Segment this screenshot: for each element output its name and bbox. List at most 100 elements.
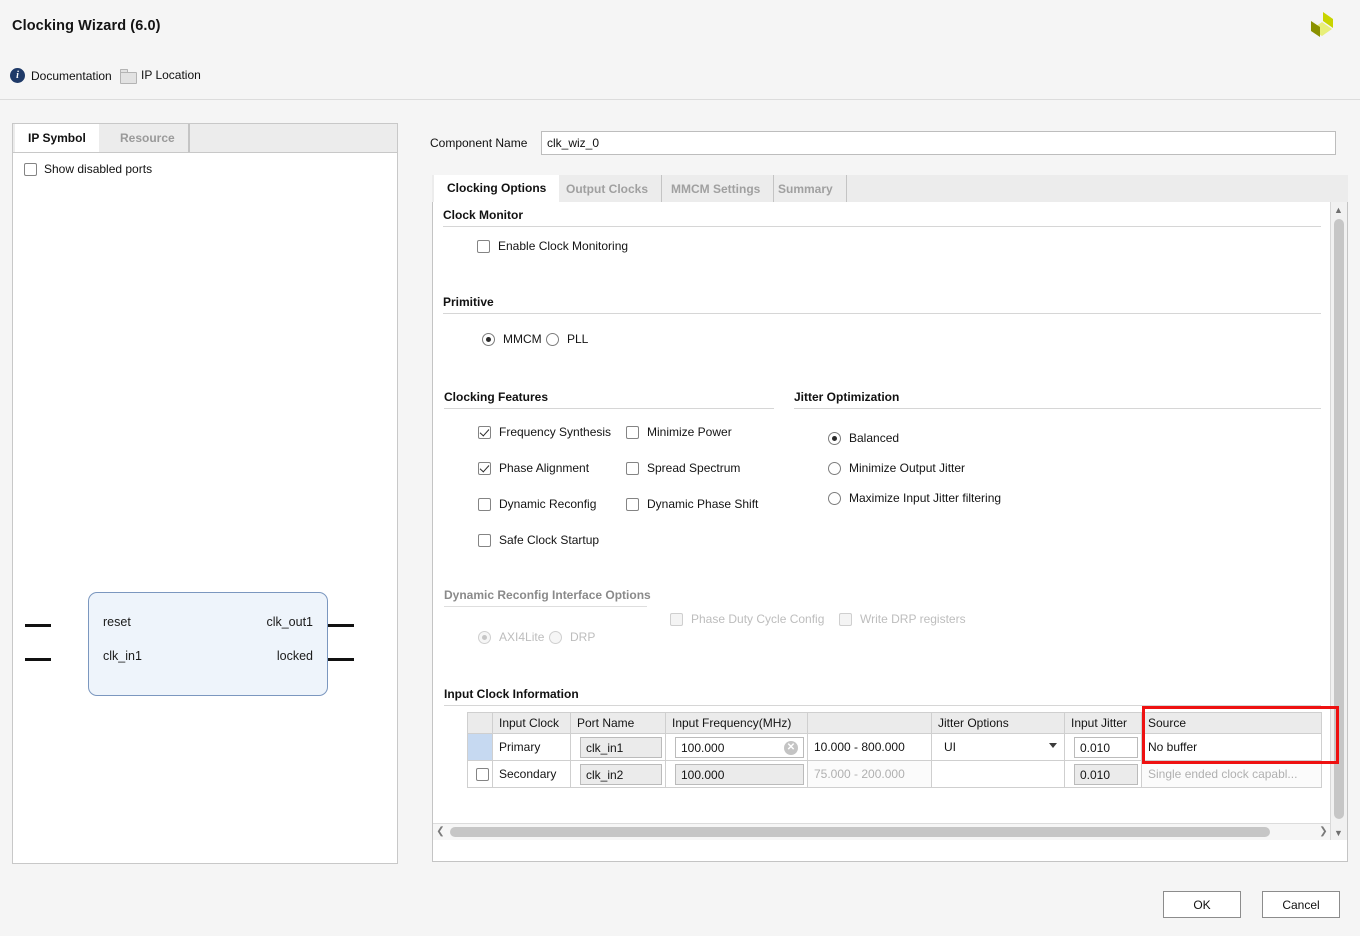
clocking-options-content: Clock Monitor Enable Clock Monitoring Pr… xyxy=(433,202,1331,840)
row-primary-select-cell[interactable] xyxy=(468,734,493,761)
feature-spread-spectrum-row[interactable]: Spread Spectrum xyxy=(626,461,740,475)
row-secondary-input-clock: Secondary xyxy=(493,761,571,788)
tab-resource[interactable]: Resource xyxy=(107,124,189,152)
show-disabled-ports-checkbox[interactable] xyxy=(24,163,37,176)
tab-output-clocks[interactable]: Output Clocks xyxy=(553,175,662,202)
feature-frequency-synthesis-row[interactable]: Frequency Synthesis xyxy=(478,425,611,439)
vertical-scrollbar[interactable]: ▲ ▼ xyxy=(1330,202,1347,840)
dynamic-reconfig-title: Dynamic Reconfig Interface Options xyxy=(444,588,651,602)
horizontal-scrollbar[interactable]: ❮ ❯ xyxy=(433,823,1331,840)
port-label-clk-in1: clk_in1 xyxy=(103,649,142,663)
ip-symbol-panel: IP Symbol Resource Show disabled ports r… xyxy=(12,123,398,864)
row-secondary-port-name-cell: clk_in2 xyxy=(571,761,666,788)
primitive-mmcm-label: MMCM xyxy=(503,332,542,346)
ip-location-link[interactable]: IP Location xyxy=(120,68,201,82)
col-input-frequency: Input Frequency(MHz) xyxy=(666,713,808,734)
pin-reset xyxy=(25,624,51,627)
chevron-down-icon[interactable] xyxy=(1049,743,1057,748)
feature-minimize-power-row[interactable]: Minimize Power xyxy=(626,425,732,439)
show-disabled-ports-label: Show disabled ports xyxy=(44,162,152,176)
pin-locked xyxy=(328,658,354,661)
row-primary-source[interactable]: No buffer xyxy=(1142,734,1322,761)
chevron-right-icon[interactable]: ❯ xyxy=(1316,824,1331,839)
phase-duty-cycle-config-checkbox xyxy=(670,613,683,626)
primitive-pll-row[interactable]: PLL xyxy=(546,332,588,346)
input-clock-information-rule xyxy=(444,705,1321,706)
col-input-clock: Input Clock xyxy=(493,713,571,734)
primitive-mmcm-row[interactable]: MMCM xyxy=(482,332,542,346)
primitive-pll-radio[interactable] xyxy=(546,333,559,346)
row-primary-input-frequency[interactable]: 100.000✕ xyxy=(675,737,804,758)
horizontal-scrollbar-thumb[interactable] xyxy=(450,827,1270,837)
feature-dynamic-phase-shift-label: Dynamic Phase Shift xyxy=(647,497,758,511)
primitive-title: Primitive xyxy=(443,295,494,309)
vertical-scrollbar-thumb[interactable] xyxy=(1334,219,1344,819)
jitter-minimize-output-row[interactable]: Minimize Output Jitter xyxy=(828,461,965,475)
ok-button[interactable]: OK xyxy=(1163,891,1241,918)
dialog-footer: OK Cancel xyxy=(0,880,1360,936)
chevron-down-icon[interactable]: ▼ xyxy=(1331,825,1346,840)
jitter-maximize-input-row[interactable]: Maximize Input Jitter filtering xyxy=(828,491,1001,505)
feature-dynamic-phase-shift-checkbox[interactable] xyxy=(626,498,639,511)
tabstrip-end xyxy=(845,175,847,202)
dynamic-reconfig-drp-row: DRP xyxy=(549,630,595,644)
documentation-link[interactable]: i Documentation xyxy=(10,68,112,83)
jitter-maximize-input-radio[interactable] xyxy=(828,492,841,505)
left-panel-tabstrip: IP Symbol Resource xyxy=(13,124,397,153)
feature-dynamic-reconfig-checkbox[interactable] xyxy=(478,498,491,511)
row-secondary-select-cell[interactable] xyxy=(468,761,493,788)
folder-icon xyxy=(120,69,135,82)
jitter-balanced-radio[interactable] xyxy=(828,432,841,445)
cancel-button[interactable]: Cancel xyxy=(1262,891,1340,918)
feature-phase-alignment-checkbox[interactable] xyxy=(478,462,491,475)
component-name-input[interactable]: clk_wiz_0 xyxy=(541,131,1336,155)
chevron-left-icon[interactable]: ❮ xyxy=(433,824,448,839)
ip-symbol-body: reset clk_in1 clk_out1 locked xyxy=(88,592,328,696)
primitive-rule xyxy=(443,313,1321,314)
clocking-wizard-dialog: Clocking Wizard (6.0) i Documentation IP… xyxy=(0,0,1360,936)
enable-clock-monitoring-checkbox[interactable] xyxy=(477,240,490,253)
row-primary-jitter-options[interactable]: UI xyxy=(938,735,1064,760)
info-icon: i xyxy=(10,68,25,83)
primitive-mmcm-radio[interactable] xyxy=(482,333,495,346)
table-row: Primary clk_in1 100.000✕ 10.000 - 800.00… xyxy=(468,734,1322,761)
feature-phase-alignment-row[interactable]: Phase Alignment xyxy=(478,461,589,475)
row-secondary-frequency-range: 75.000 - 200.000 xyxy=(808,761,932,788)
feature-dynamic-phase-shift-row[interactable]: Dynamic Phase Shift xyxy=(626,497,758,511)
enable-clock-monitoring-row[interactable]: Enable Clock Monitoring xyxy=(477,239,628,253)
tab-mmcm-settings[interactable]: MMCM Settings xyxy=(658,175,774,202)
row-primary-frequency-cell[interactable]: 100.000✕ xyxy=(666,734,808,761)
tab-summary[interactable]: Summary xyxy=(765,175,847,202)
row-primary-input-jitter[interactable]: 0.010 xyxy=(1074,737,1138,758)
table-row: Secondary clk_in2 100.000 75.000 - 200.0… xyxy=(468,761,1322,788)
show-disabled-ports-row[interactable]: Show disabled ports xyxy=(24,162,152,176)
feature-minimize-power-checkbox[interactable] xyxy=(626,426,639,439)
feature-frequency-synthesis-checkbox[interactable] xyxy=(478,426,491,439)
row-primary-port-name: clk_in1 xyxy=(580,737,662,758)
clear-circle-icon[interactable]: ✕ xyxy=(784,741,798,755)
row-secondary-checkbox[interactable] xyxy=(476,768,489,781)
toolbar: i Documentation IP Location xyxy=(0,56,1360,100)
input-clock-information-title: Input Clock Information xyxy=(444,687,579,701)
feature-minimize-power-label: Minimize Power xyxy=(647,425,732,439)
tab-clocking-options[interactable]: Clocking Options xyxy=(434,175,559,202)
row-secondary-jitter-options xyxy=(932,761,1065,788)
row-primary-input-jitter-cell[interactable]: 0.010 xyxy=(1065,734,1142,761)
row-primary-jitter-options-cell[interactable]: UI xyxy=(932,734,1065,761)
phase-duty-cycle-config-label: Phase Duty Cycle Config xyxy=(691,612,824,626)
main-tabstrip: Clocking Options Output Clocks MMCM Sett… xyxy=(432,175,1348,203)
tab-ip-symbol[interactable]: IP Symbol xyxy=(15,124,99,152)
feature-spread-spectrum-checkbox[interactable] xyxy=(626,462,639,475)
page-title: Clocking Wizard (6.0) xyxy=(12,18,161,34)
clocking-options-pane: Clock Monitor Enable Clock Monitoring Pr… xyxy=(432,202,1348,862)
chevron-up-icon[interactable]: ▲ xyxy=(1331,202,1346,217)
ip-location-label: IP Location xyxy=(141,68,201,82)
feature-dynamic-reconfig-row[interactable]: Dynamic Reconfig xyxy=(478,497,596,511)
feature-safe-clock-startup-row[interactable]: Safe Clock Startup xyxy=(478,533,599,547)
clock-monitor-rule xyxy=(443,226,1321,227)
feature-safe-clock-startup-checkbox[interactable] xyxy=(478,534,491,547)
jitter-minimize-output-radio[interactable] xyxy=(828,462,841,475)
jitter-balanced-row[interactable]: Balanced xyxy=(828,431,899,445)
xilinx-logo-icon xyxy=(1302,8,1342,48)
jitter-maximize-input-label: Maximize Input Jitter filtering xyxy=(849,491,1001,505)
